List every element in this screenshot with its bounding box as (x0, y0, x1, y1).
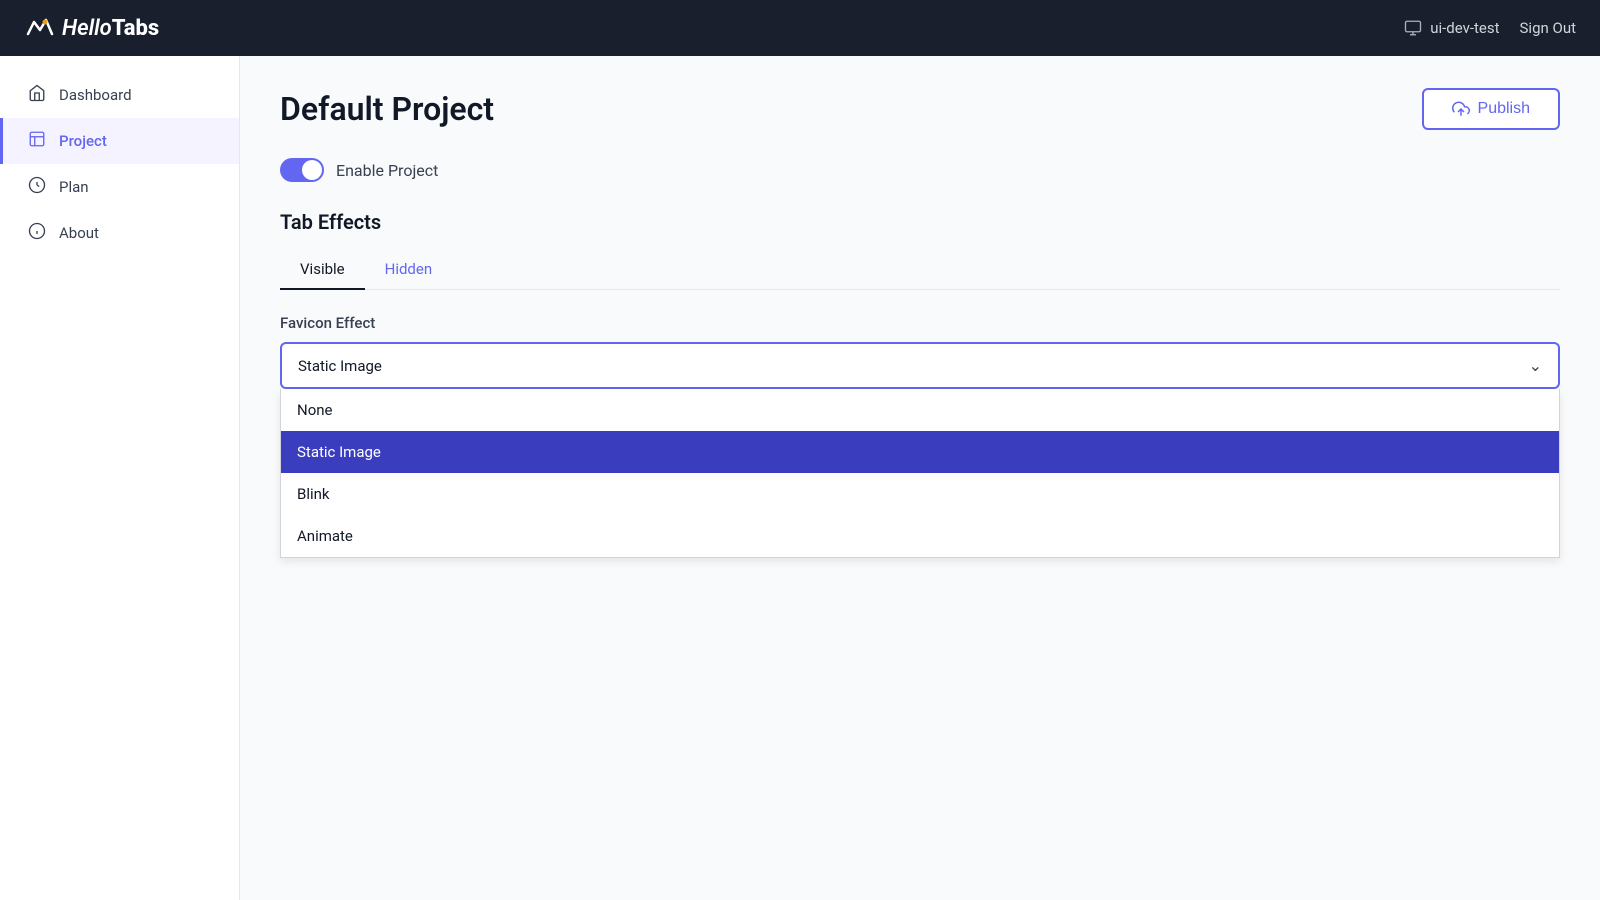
tab-hidden[interactable]: Hidden (365, 250, 453, 290)
sidebar-label-about: About (59, 224, 99, 242)
sidebar-label-project: Project (59, 132, 107, 150)
topnav-username: ui-dev-test (1430, 19, 1499, 37)
enable-toggle[interactable] (280, 158, 324, 182)
sidebar-label-plan: Plan (59, 178, 89, 196)
publish-label: Publish (1478, 100, 1530, 118)
favicon-effect-select-wrapper: Static Image ⌄ None Static Image Blink (280, 342, 1560, 389)
info-icon (27, 222, 47, 244)
select-current-value: Static Image (298, 357, 382, 375)
sidebar-item-dashboard[interactable]: Dashboard (0, 72, 239, 118)
signout-button[interactable]: Sign Out (1520, 19, 1576, 37)
dropdown-options: None Static Image Blink Animate (280, 389, 1560, 558)
logo-icon (24, 12, 56, 44)
favicon-effect-group: Favicon Effect Static Image ⌄ None Stati… (280, 314, 1560, 389)
publish-button[interactable]: Publish (1422, 88, 1560, 130)
tab-visible[interactable]: Visible (280, 250, 365, 290)
dropdown-option-static-image[interactable]: Static Image (281, 431, 1559, 473)
favicon-effect-label: Favicon Effect (280, 314, 1560, 332)
main-content: Default Project Publish Enable Project T… (240, 56, 1600, 900)
page-header: Default Project Publish (280, 88, 1560, 130)
dropdown-option-animate[interactable]: Animate (281, 515, 1559, 557)
sidebar-item-plan[interactable]: Plan (0, 164, 239, 210)
favicon-effect-select[interactable]: Static Image ⌄ (280, 342, 1560, 389)
enable-row: Enable Project (280, 158, 1560, 182)
project-icon (27, 130, 47, 152)
chevron-down-icon: ⌄ (1529, 356, 1542, 375)
plan-icon (27, 176, 47, 198)
dropdown-option-blink[interactable]: Blink (281, 473, 1559, 515)
tab-row: Visible Hidden (280, 250, 1560, 290)
topnav-right: ui-dev-test Sign Out (1404, 19, 1576, 37)
sidebar-item-about[interactable]: About (0, 210, 239, 256)
topnav-user: ui-dev-test (1404, 19, 1499, 37)
home-icon (27, 84, 47, 106)
layout: Dashboard Project Plan About Default Pro… (0, 56, 1600, 900)
monitor-icon (1404, 19, 1422, 37)
logo-hello: Hello (62, 16, 112, 41)
publish-icon (1452, 100, 1470, 118)
enable-label: Enable Project (336, 161, 438, 180)
logo: HelloTabs (24, 12, 159, 44)
section-title-tab-effects: Tab Effects (280, 210, 1560, 234)
page-title: Default Project (280, 90, 494, 128)
sidebar-item-project[interactable]: Project (0, 118, 239, 164)
dropdown-option-none[interactable]: None (281, 389, 1559, 431)
sidebar: Dashboard Project Plan About (0, 56, 240, 900)
sidebar-label-dashboard: Dashboard (59, 86, 132, 104)
toggle-knob (302, 160, 322, 180)
topnav: HelloTabs ui-dev-test Sign Out (0, 0, 1600, 56)
logo-tabs: Tabs (112, 16, 159, 41)
logo-text: HelloTabs (62, 16, 159, 41)
